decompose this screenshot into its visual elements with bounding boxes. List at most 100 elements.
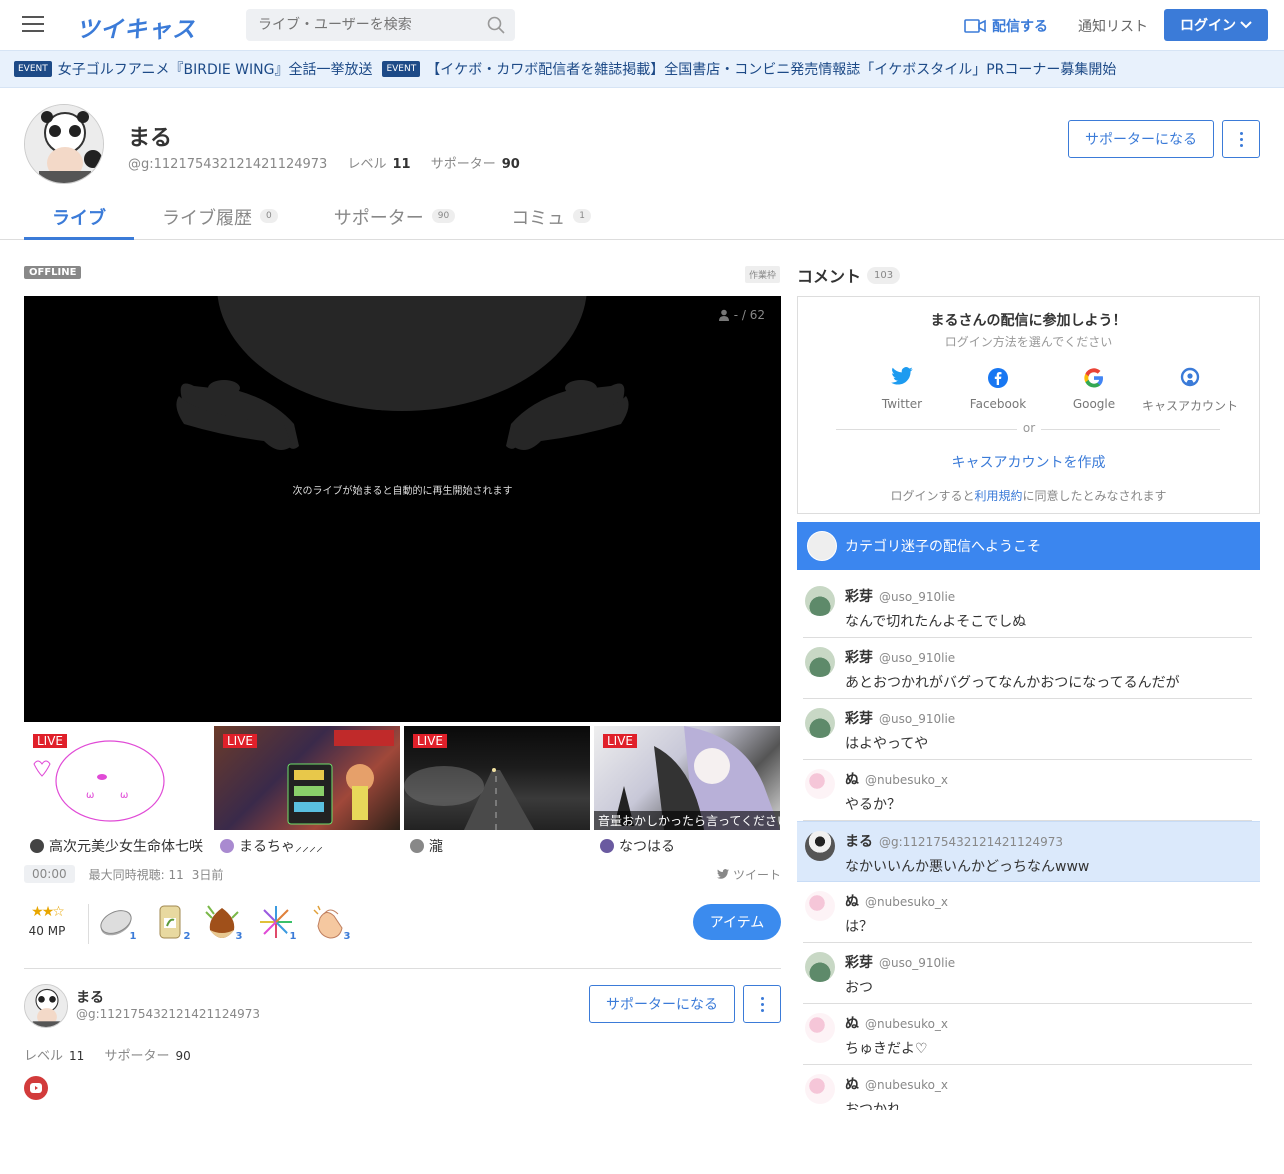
thumb-user[interactable]: なつはる xyxy=(594,836,780,856)
sns-label: Twitter xyxy=(881,397,923,411)
avatar[interactable] xyxy=(805,769,835,799)
avatar[interactable] xyxy=(805,831,835,861)
comment-list[interactable]: 彩芽 @uso_910lie なんで切れたんよそこでしぬ 彩芽 @uso_910li… xyxy=(797,577,1260,1110)
menu-icon[interactable] xyxy=(22,16,44,34)
profile-tabs: ライブ ライブ履歴 0 サポーター 90 コミュ 1 xyxy=(24,198,619,240)
twitter-login[interactable]: Twitter xyxy=(854,367,950,414)
terms-link[interactable]: 利用規約 xyxy=(974,489,1022,503)
thumb-user-name: 高次元美少女生命体七咲 xyxy=(49,839,203,855)
thumb-user-name: まるちゃ⸝⸝⸝⸝ xyxy=(239,839,323,855)
more-options-button[interactable] xyxy=(1222,120,1260,158)
notification-list-link[interactable]: 通知リスト xyxy=(1078,16,1148,36)
google-login[interactable]: Google xyxy=(1046,367,1142,414)
terms-post: に同意したとみなされます xyxy=(1022,489,1167,503)
avatar[interactable] xyxy=(805,708,835,738)
comment-text: やるか？ xyxy=(845,797,901,813)
comment-author[interactable]: 彩芽 @uso_910lie xyxy=(845,708,955,728)
comment-author[interactable]: ぬ @nubesuko_x xyxy=(845,769,948,789)
comment-text: なんで切れたんよそこでしぬ xyxy=(845,614,1027,630)
event-item[interactable]: EVENT 女子ゴルフアニメ『BIRDIE WING』全話一挙放送 xyxy=(14,59,372,79)
stream-button[interactable]: 配信する xyxy=(964,16,1048,36)
work-tag: 作業枠 xyxy=(745,266,781,283)
item-button[interactable]: アイテム xyxy=(693,904,781,940)
become-supporter-button[interactable]: サポーターになる xyxy=(589,985,735,1023)
comment-author[interactable]: まる @g:112175432121421124973 xyxy=(845,831,1063,851)
youtube-icon[interactable] xyxy=(24,1076,48,1100)
comment-author[interactable]: 彩芽 @uso_910lie xyxy=(845,952,955,972)
time-ago: 3日前 xyxy=(191,867,224,882)
comments-header: コメント 103 xyxy=(797,263,901,287)
avatar[interactable] xyxy=(805,647,835,677)
live-thumb[interactable]: LIVE まるちゃ⸝⸝⸝⸝ xyxy=(214,726,400,856)
mp-score: ★★☆ 40 MP xyxy=(24,904,70,938)
comment-count: 103 xyxy=(867,266,901,284)
comment-author[interactable]: ぬ @nubesuko_x xyxy=(845,1074,948,1094)
comment-item-broadcaster: まる @g:112175432121421124973 なかいいんか悪いんかどっち… xyxy=(797,821,1260,882)
facebook-login[interactable]: Facebook xyxy=(950,367,1046,414)
thumb-user[interactable]: 瀧 xyxy=(404,836,590,856)
gift-count: 2 xyxy=(180,930,194,944)
become-supporter-button[interactable]: サポーターになる xyxy=(1068,120,1214,158)
firework-icon[interactable]: 1 xyxy=(258,904,300,944)
supporter-label: サポーター xyxy=(104,1049,170,1064)
create-account-link[interactable]: キャスアカウントを作成 xyxy=(798,452,1259,472)
tab-supporters[interactable]: サポーター 90 xyxy=(306,198,483,240)
live-thumb[interactable]: LIVE 瀧 xyxy=(404,726,590,856)
tweet-link[interactable]: ツイート xyxy=(716,866,781,883)
tab-live[interactable]: ライブ xyxy=(24,198,134,240)
avatar[interactable] xyxy=(24,984,68,1028)
event-text: 女子ゴルフアニメ『BIRDIE WING』全話一挙放送 xyxy=(57,62,373,78)
broadcaster-name[interactable]: まる xyxy=(76,987,104,1007)
mini-avatar xyxy=(600,839,614,853)
clap-icon[interactable]: 3 xyxy=(312,904,354,944)
comment-author[interactable]: ぬ @nubesuko_x xyxy=(845,1013,948,1033)
more-options-button[interactable] xyxy=(743,985,781,1023)
logo[interactable]: ツイキャス xyxy=(76,10,196,44)
event-banner: EVENT 女子ゴルフアニメ『BIRDIE WING』全話一挙放送 EVENT 【イ… xyxy=(0,50,1284,88)
login-button[interactable]: ログイン xyxy=(1164,9,1268,41)
coin-icon[interactable]: 1 xyxy=(98,904,140,944)
comment-text: おつ xyxy=(845,980,873,996)
tea-icon[interactable]: 2 xyxy=(152,904,194,944)
avatar[interactable] xyxy=(805,586,835,616)
level-value: 11 xyxy=(69,1049,85,1063)
search-input[interactable] xyxy=(246,9,476,41)
comment-item: 彩芽 @uso_910lie おつ xyxy=(803,943,1252,1004)
avatar[interactable] xyxy=(24,104,104,184)
live-thumb[interactable]: LIVE 音量おかしかったら言ってください なつはる xyxy=(594,726,780,856)
twitter-icon xyxy=(891,367,913,385)
live-thumb[interactable]: ω ω LIVE 高次元美少女生命体七咲 xyxy=(24,726,210,856)
comment-text: は？ xyxy=(845,919,873,935)
comment-author[interactable]: ぬ @nubesuko_x xyxy=(845,891,948,911)
tab-community[interactable]: コミュ 1 xyxy=(483,198,619,240)
mini-avatar xyxy=(30,839,44,853)
gift-count: 3 xyxy=(340,930,354,944)
gift-count: 1 xyxy=(126,930,140,944)
search-box[interactable] xyxy=(246,9,515,41)
avatar[interactable] xyxy=(805,1013,835,1043)
chestnut-icon[interactable]: 3 xyxy=(204,904,246,944)
tab-live-history[interactable]: ライブ履歴 0 xyxy=(134,198,306,240)
event-tag: EVENT xyxy=(14,61,52,77)
comment-author[interactable]: 彩芽 @uso_910lie xyxy=(845,647,955,667)
search-icon[interactable] xyxy=(487,16,505,34)
video-player[interactable]: - / 62 次のライブが始まると自動的に再生開始されます xyxy=(24,296,781,722)
svg-text:ω: ω xyxy=(86,790,94,801)
broadcast-info-bar: 00:00 最大同時視聴: 11 3日前 ツイート xyxy=(24,865,781,883)
login-label: ログイン xyxy=(1180,18,1236,34)
avatar[interactable] xyxy=(805,952,835,982)
avatar xyxy=(807,531,837,561)
avatar[interactable] xyxy=(805,891,835,921)
avatar[interactable] xyxy=(805,1074,835,1104)
avatar-image xyxy=(25,105,103,183)
live-badge: LIVE xyxy=(603,734,638,748)
twitcasting-login[interactable]: キャスアカウント xyxy=(1142,367,1238,414)
comment-author[interactable]: 彩芽 @uso_910lie xyxy=(845,586,955,606)
thumb-caption: 音量おかしかったら言ってください xyxy=(594,811,780,830)
level-label: レベル xyxy=(24,1049,64,1064)
thumb-user-name: なつはる xyxy=(619,839,675,855)
event-item[interactable]: EVENT 【イケボ・カワボ配信者を雑誌掲載】全国書店・コンビニ発売情報誌「イケボ… xyxy=(382,59,1116,79)
thumb-user[interactable]: まるちゃ⸝⸝⸝⸝ xyxy=(214,836,400,856)
thumb-user[interactable]: 高次元美少女生命体七咲 xyxy=(24,836,210,856)
mp-value: 40 MP xyxy=(28,924,66,938)
